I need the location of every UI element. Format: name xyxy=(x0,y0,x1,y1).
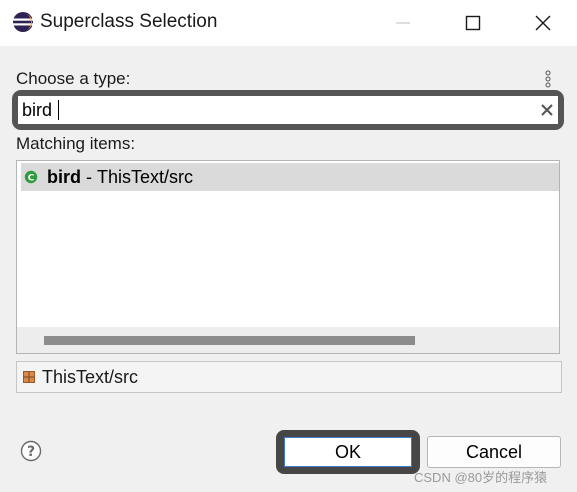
maximize-button[interactable] xyxy=(449,0,497,46)
window-title: Superclass Selection xyxy=(40,11,218,32)
minimize-icon xyxy=(396,22,410,24)
ok-highlight-frame: OK xyxy=(276,430,420,474)
help-icon[interactable]: ? xyxy=(20,440,42,462)
search-highlight-frame xyxy=(12,90,564,130)
horizontal-scrollbar[interactable] xyxy=(17,327,559,353)
maximize-icon xyxy=(465,15,481,31)
item-separator: - xyxy=(81,166,97,187)
close-icon xyxy=(535,15,551,31)
matching-items-list[interactable]: C bird - ThisText/src xyxy=(16,160,560,354)
minimize-button[interactable] xyxy=(379,0,427,46)
eclipse-app-icon xyxy=(13,12,33,32)
list-item[interactable]: C bird - ThisText/src xyxy=(21,163,559,191)
text-caret xyxy=(58,100,59,120)
search-field[interactable] xyxy=(18,96,558,124)
item-location: ThisText/src xyxy=(97,166,194,187)
location-details: ThisText/src xyxy=(16,361,562,393)
package-icon xyxy=(23,371,35,383)
class-icon: C xyxy=(24,170,38,184)
scrollbar-thumb[interactable] xyxy=(44,336,415,345)
search-input[interactable] xyxy=(20,96,522,124)
title-bar: Superclass Selection xyxy=(0,0,577,46)
svg-text:?: ? xyxy=(27,444,35,460)
view-menu-icon[interactable] xyxy=(543,70,553,88)
close-button[interactable] xyxy=(519,0,567,46)
item-name: bird xyxy=(47,166,81,187)
location-text: ThisText/src xyxy=(42,366,139,387)
svg-text:C: C xyxy=(28,174,35,184)
choose-type-label: Choose a type: xyxy=(16,69,131,88)
cancel-button[interactable]: Cancel xyxy=(427,436,561,468)
watermark: CSDN @80岁的程序猿 xyxy=(414,470,548,485)
clear-icon[interactable] xyxy=(540,103,554,117)
ok-button[interactable]: OK xyxy=(284,437,412,467)
matching-items-label: Matching items: xyxy=(16,134,136,153)
